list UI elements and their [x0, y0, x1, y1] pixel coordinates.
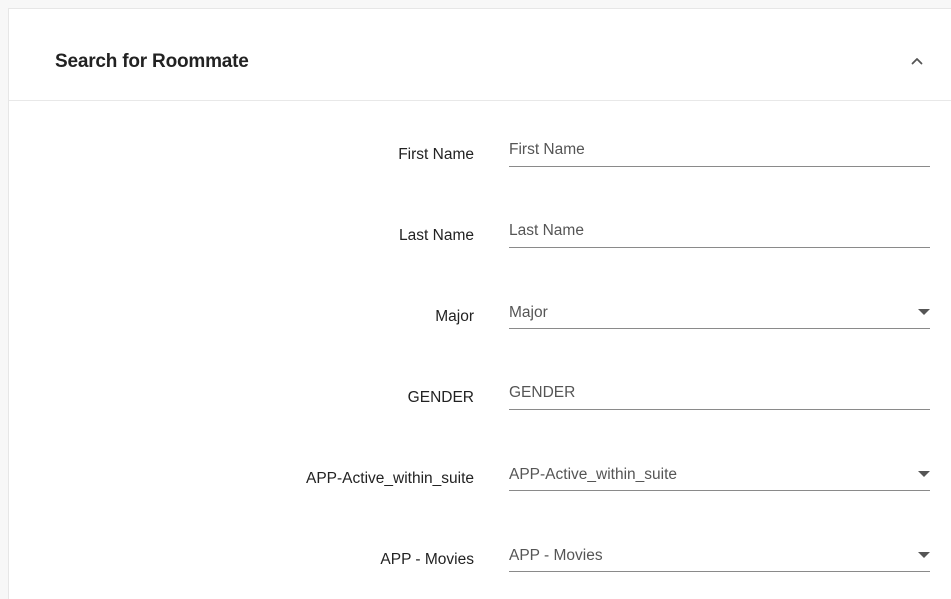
panel-title: Search for Roommate [55, 51, 249, 72]
last-name-label: Last Name [399, 227, 474, 244]
gender-field-container [509, 379, 930, 410]
app-active-within-suite-label: APP-Active_within_suite [306, 470, 474, 487]
form-row-major: Major Major [9, 298, 951, 338]
major-select-value: Major [509, 304, 548, 321]
collapse-button[interactable] [905, 49, 929, 73]
app-movies-label: APP - Movies [380, 551, 474, 568]
first-name-input[interactable] [509, 136, 930, 164]
chevron-up-icon [911, 58, 923, 65]
form-row-gender: GENDER [9, 379, 951, 419]
dropdown-arrow-icon [918, 309, 930, 315]
dropdown-arrow-icon [918, 471, 930, 477]
panel-header[interactable]: Search for Roommate [9, 9, 951, 101]
major-select[interactable]: Major [509, 298, 930, 329]
gender-input[interactable] [509, 379, 930, 407]
search-roommate-panel: Search for Roommate First Name Last Name… [8, 8, 951, 599]
app-movies-select-value: APP - Movies [509, 547, 603, 564]
form-row-app-movies: APP - Movies APP - Movies [9, 541, 951, 581]
gender-label: GENDER [407, 389, 474, 406]
last-name-input[interactable] [509, 217, 930, 245]
app-active-within-suite-select[interactable]: APP-Active_within_suite [509, 460, 930, 491]
first-name-label: First Name [398, 146, 474, 163]
first-name-field-container [509, 136, 930, 167]
form-row-app-active-within-suite: APP-Active_within_suite APP-Active_withi… [9, 460, 951, 500]
major-label: Major [435, 308, 474, 325]
last-name-field-container [509, 217, 930, 248]
dropdown-arrow-icon [918, 552, 930, 558]
app-active-within-suite-select-value: APP-Active_within_suite [509, 466, 677, 483]
app-movies-select[interactable]: APP - Movies [509, 541, 930, 572]
form-row-last-name: Last Name [9, 217, 951, 257]
form-row-first-name: First Name [9, 136, 951, 176]
page-gutter [0, 0, 8, 599]
